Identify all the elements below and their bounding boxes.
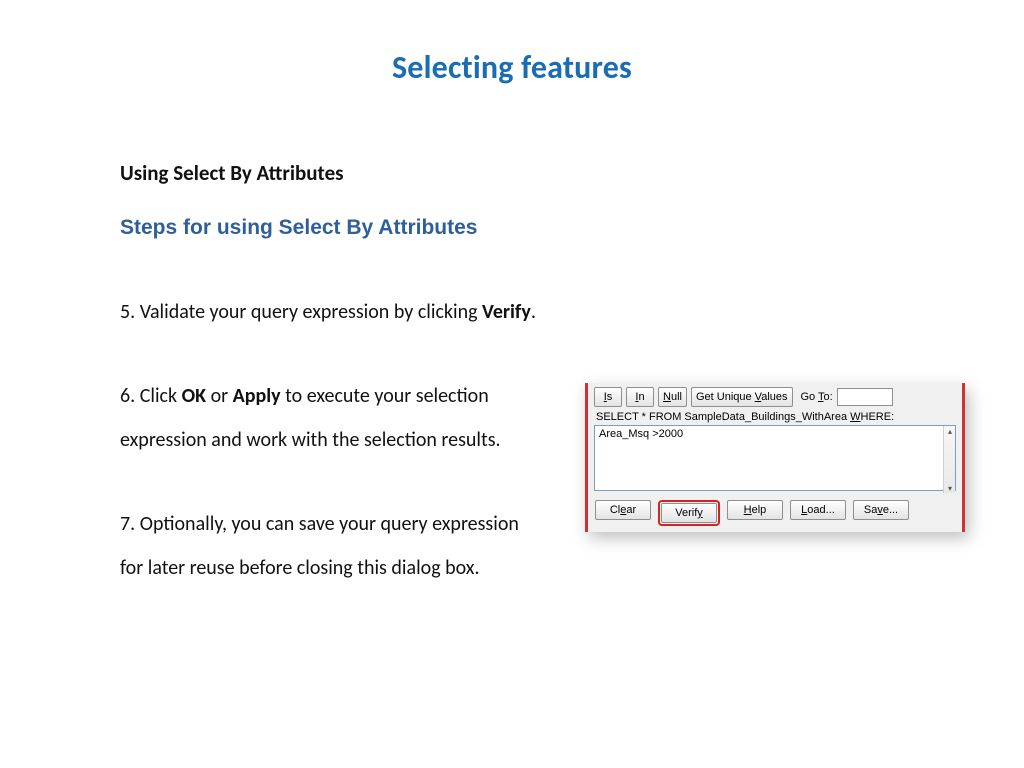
- operator-row: Is In Null Get Unique Values Go To:: [594, 387, 956, 407]
- sub-heading: Steps for using Select By Attributes: [120, 216, 540, 240]
- goto-label: Go To:: [801, 391, 833, 403]
- help-button[interactable]: Help: [727, 500, 783, 520]
- in-button[interactable]: In: [626, 387, 654, 407]
- get-unique-values-button[interactable]: Get Unique Values: [691, 387, 793, 407]
- clear-button[interactable]: Clear: [595, 500, 651, 520]
- step6-bold1: OK: [182, 384, 206, 408]
- sql-from-text: SELECT * FROM SampleData_Buildings_WithA…: [596, 411, 956, 423]
- step6-pre: 6. Click: [120, 384, 182, 408]
- step5-bold: Verify: [482, 300, 531, 324]
- save-button[interactable]: Save...: [853, 500, 909, 520]
- goto-input[interactable]: [837, 388, 893, 406]
- step6-bold2: Apply: [233, 384, 281, 408]
- verify-button[interactable]: Verify: [661, 503, 717, 523]
- scroll-down-icon[interactable]: ▾: [944, 483, 956, 493]
- content-column: Using Select By Attributes Steps for usi…: [120, 160, 540, 630]
- step6-mid: or: [206, 384, 233, 408]
- query-textarea-wrap: ▴ ▾: [594, 425, 956, 494]
- scroll-up-icon[interactable]: ▴: [944, 426, 956, 436]
- is-button[interactable]: Is: [594, 387, 622, 407]
- verify-highlight: Verify: [658, 500, 720, 526]
- step5-pre: 5. Validate your query expression by cli…: [120, 300, 482, 324]
- query-textarea[interactable]: [594, 425, 956, 491]
- section-heading: Using Select By Attributes: [120, 160, 540, 186]
- step-6: 6. Click OK or Apply to execute your sel…: [120, 374, 540, 462]
- select-by-attributes-dialog-fragment: Is In Null Get Unique Values Go To: SELE…: [585, 383, 965, 532]
- null-button[interactable]: Null: [658, 387, 687, 407]
- load-button[interactable]: Load...: [790, 500, 846, 520]
- page-title: Selecting features: [0, 48, 1024, 87]
- step-7: 7. Optionally, you can save your query e…: [120, 502, 540, 590]
- bottom-button-row: Clear Verify Help Load... Save...: [594, 500, 956, 526]
- scrollbar[interactable]: ▴ ▾: [943, 426, 955, 493]
- step5-post: .: [531, 300, 536, 324]
- step-5: 5. Validate your query expression by cli…: [120, 290, 540, 334]
- dialog-body: Is In Null Get Unique Values Go To: SELE…: [585, 383, 965, 532]
